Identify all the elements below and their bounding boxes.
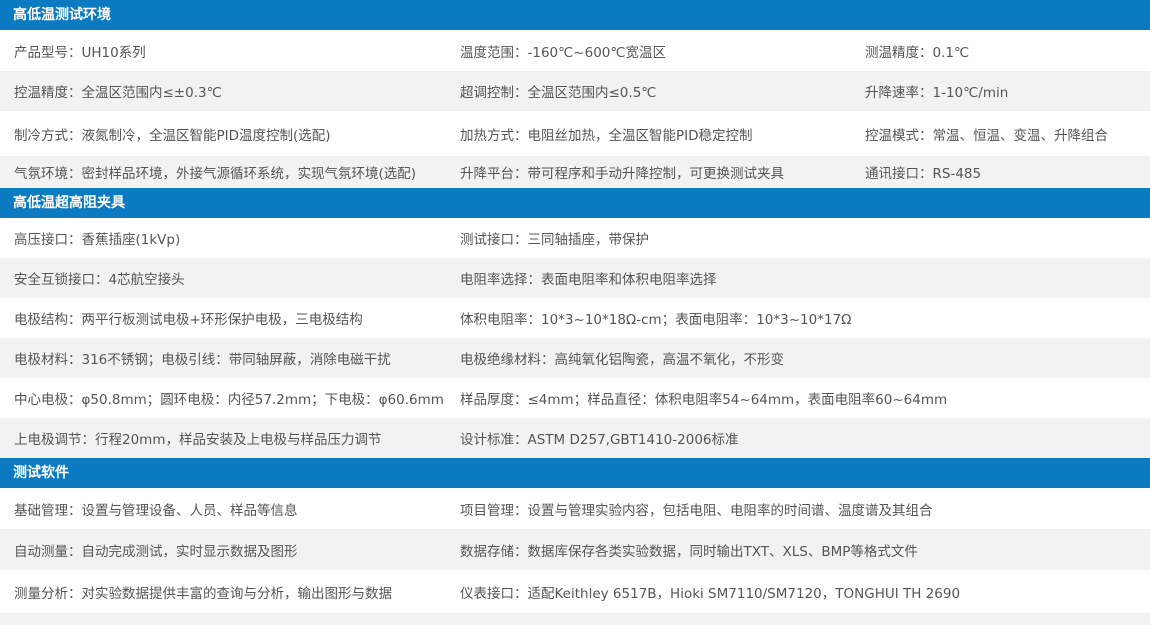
spec-cell: 通讯接口：RS-485 xyxy=(865,166,982,182)
section-header-fixture: 高低温超高阻夹具 xyxy=(0,188,1150,218)
spec-cell: 温度范围：-160℃~600℃宽温区 xyxy=(460,44,667,61)
table-row-empty xyxy=(0,613,1150,625)
table-row: 安全互锁接口：4芯航空接头 电阻率选择：表面电阻率和体积电阻率选择 xyxy=(0,258,1150,298)
table-row: 制冷方式：液氮制冷，全温区智能PID温度控制(选配) 加热方式：电阻丝加热，全温… xyxy=(0,111,1150,156)
spec-cell: 自动测量：自动完成测试，实时显示数据及图形 xyxy=(14,543,298,560)
spec-cell: 超调控制：全温区范围内≤0.5℃ xyxy=(460,85,657,101)
section-header-test-environment: 高低温测试环境 xyxy=(0,0,1150,30)
spec-cell: 电阻率选择：表面电阻率和体积电阻率选择 xyxy=(460,272,717,288)
spec-cell: 测试接口：三同轴插座，带保护 xyxy=(460,232,649,248)
spec-cell: 升降平台：带可程序和手动升降控制，可更换测试夹具 xyxy=(460,166,784,182)
spec-cell: 升降速率：1-10℃/min xyxy=(865,85,1009,101)
spec-cell: 控温精度：全温区范围内≤±0.3℃ xyxy=(14,85,222,101)
spec-cell: 体积电阻率：10*3~10*18Ω-cm；表面电阻率：10*3~10*17Ω xyxy=(460,312,852,328)
spec-cell: 电极绝缘材料：高纯氧化铝陶瓷，高温不氧化，不形变 xyxy=(460,352,784,368)
spec-cell: 测温精度：0.1℃ xyxy=(865,44,970,61)
table-row: 气氛环境：密封样品环境，外接气源循环系统，实现气氛环境(选配) 升降平台：带可程… xyxy=(0,156,1150,188)
table-row: 电极结构：两平行板测试电极+环形保护电极，三电极结构 体积电阻率：10*3~10… xyxy=(0,298,1150,338)
spec-cell: 设计标准：ASTM D257,GBT1410-2006标准 xyxy=(460,432,739,448)
table-row: 上电极调节：行程20mm，样品安装及上电极与样品压力调节 设计标准：ASTM D… xyxy=(0,418,1150,458)
table-row: 产品型号：UH10系列 温度范围：-160℃~600℃宽温区 测温精度：0.1℃ xyxy=(0,30,1150,71)
table-row: 中心电极：φ50.8mm；圆环电极：内径57.2mm；下电极：φ60.6mm 样… xyxy=(0,378,1150,418)
spec-cell: 产品型号：UH10系列 xyxy=(14,44,146,61)
spec-cell: 样品厚度：≤4mm；样品直径：体积电阻率54~64mm，表面电阻率60~64mm xyxy=(460,392,948,408)
spec-cell: 上电极调节：行程20mm，样品安装及上电极与样品压力调节 xyxy=(14,432,382,448)
spec-cell: 加热方式：电阻丝加热，全温区智能PID稳定控制 xyxy=(460,127,753,144)
spec-cell: 制冷方式：液氮制冷，全温区智能PID温度控制(选配) xyxy=(14,127,331,144)
spec-cell: 数据存储：数据库保存各类实验数据，同时输出TXT、XLS、BMP等格式文件 xyxy=(460,543,918,560)
table-row: 基础管理：设置与管理设备、人员、样品等信息 项目管理：设置与管理实验内容，包括电… xyxy=(0,488,1150,529)
spec-cell: 仪表接口：适配Keithley 6517B，Hioki SM7110/SM712… xyxy=(460,585,961,602)
spec-cell: 项目管理：设置与管理实验内容，包括电阻、电阻率的时间谱、温度谱及其组合 xyxy=(460,502,933,519)
table-row: 测量分析：对实验数据提供丰富的查询与分析，输出图形与数据 仪表接口：适配Keit… xyxy=(0,570,1150,613)
spec-cell: 测量分析：对实验数据提供丰富的查询与分析，输出图形与数据 xyxy=(14,585,392,602)
table-row: 控温精度：全温区范围内≤±0.3℃ 超调控制：全温区范围内≤0.5℃ 升降速率：… xyxy=(0,71,1150,111)
spec-table: 高低温测试环境 产品型号：UH10系列 温度范围：-160℃~600℃宽温区 测… xyxy=(0,0,1150,625)
spec-cell: 基础管理：设置与管理设备、人员、样品等信息 xyxy=(14,502,298,519)
spec-cell: 控温模式：常温、恒温、变温、升降组合 xyxy=(865,127,1108,144)
spec-cell: 气氛环境：密封样品环境，外接气源循环系统，实现气氛环境(选配) xyxy=(14,166,417,182)
table-row: 电极材料：316不锈钢；电极引线：带同轴屏蔽，消除电磁干扰 电极绝缘材料：高纯氧… xyxy=(0,338,1150,378)
spec-cell: 电极结构：两平行板测试电极+环形保护电极，三电极结构 xyxy=(14,312,363,328)
section-header-software: 测试软件 xyxy=(0,458,1150,488)
spec-cell: 安全互锁接口：4芯航空接头 xyxy=(14,272,185,288)
spec-cell: 中心电极：φ50.8mm；圆环电极：内径57.2mm；下电极：φ60.6mm xyxy=(14,392,444,408)
table-row: 自动测量：自动完成测试，实时显示数据及图形 数据存储：数据库保存各类实验数据，同… xyxy=(0,529,1150,570)
table-row: 高压接口：香蕉插座(1kVp) 测试接口：三同轴插座，带保护 xyxy=(0,218,1150,258)
spec-cell: 电极材料：316不锈钢；电极引线：带同轴屏蔽，消除电磁干扰 xyxy=(14,352,391,368)
spec-cell: 高压接口：香蕉插座(1kVp) xyxy=(14,232,181,248)
